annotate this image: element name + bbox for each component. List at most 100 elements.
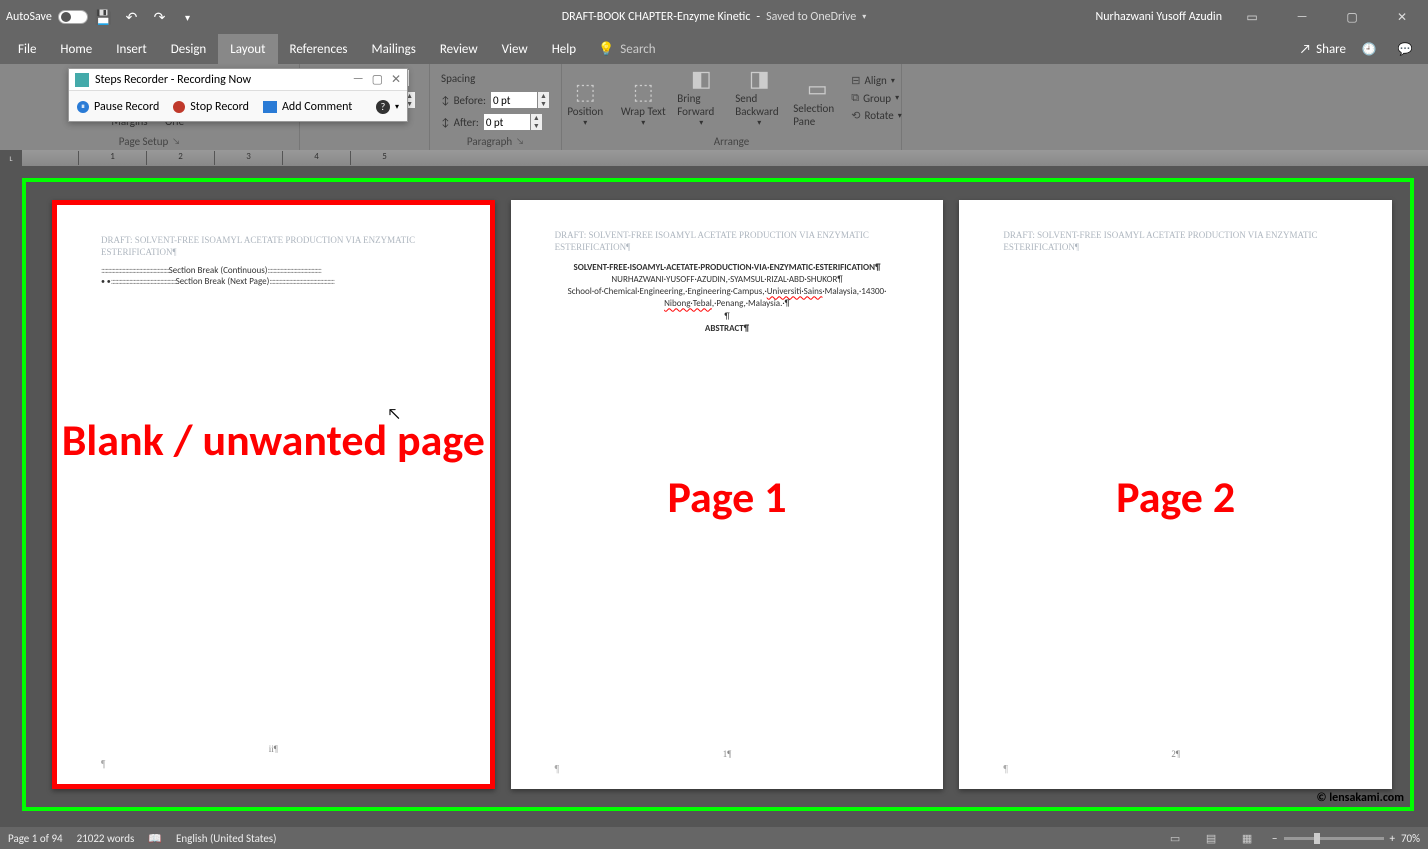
page-number: 1¶ [723,749,732,759]
print-layout-icon[interactable]: ▤ [1200,830,1222,846]
wrap-text-icon: ⬚ [633,78,654,105]
tab-home[interactable]: Home [48,34,104,64]
recorder-minimize-icon[interactable]: — [353,72,364,87]
position-button[interactable]: ⬚Position▾ [561,68,609,128]
quick-access-toolbar: 💾 ↶ ↷ ▾ [95,8,197,26]
history-icon[interactable]: 🕘 [1356,35,1382,63]
recorder-close-icon[interactable]: ✕ [391,72,401,87]
autosave-toggle[interactable] [58,10,88,24]
tab-file[interactable]: File [6,34,48,64]
ruler-mark: 1 [78,151,146,165]
selection-pane-button[interactable]: ▭Selection Pane [793,68,841,128]
tab-references[interactable]: References [278,34,360,64]
qat-more-icon[interactable]: ▾ [179,8,197,26]
tab-layout[interactable]: Layout [218,34,277,64]
window-title: DRAFT-BOOK CHAPTER-Enzyme Kinetic - Save… [562,10,866,24]
ruler-mark: 2 [146,151,214,165]
group-arrange: ⬚Position▾ ⬚Wrap Text▾ ◧Bring Forward▾ ◨… [562,64,902,150]
undo-icon[interactable]: ↶ [123,8,141,26]
read-mode-icon[interactable]: ▭ [1164,830,1186,846]
spacing-after-icon: ↕ [441,116,450,129]
wrap-text-button[interactable]: ⬚Wrap Text▾ [619,68,667,128]
share-label: Share [1316,42,1346,57]
selection-pane-icon: ▭ [807,75,828,102]
share-button[interactable]: ↗ Share [1300,42,1346,57]
status-language[interactable]: English (United States) [176,832,276,845]
spacing-before-input[interactable] [490,91,538,109]
saved-location: Saved to OneDrive [766,10,856,24]
web-layout-icon[interactable]: ▦ [1236,830,1258,846]
zoom-slider[interactable] [1284,837,1384,840]
rotate-button[interactable]: ⟲Rotate▾ [851,109,902,122]
paragraph-dialog-icon[interactable]: ↘ [516,136,524,147]
tell-me-search[interactable]: 💡 Search [598,34,656,64]
recorder-maximize-icon[interactable]: ▢ [372,72,383,87]
annotation-blank-page: Blank / unwanted page [57,415,490,466]
tab-help[interactable]: Help [540,34,588,64]
spacing-before-spinner[interactable]: ▲▼ [538,91,550,109]
tab-design[interactable]: Design [159,34,218,64]
spacing-after-input[interactable] [483,113,531,131]
position-icon: ⬚ [575,78,596,105]
rotate-icon: ⟲ [851,109,860,122]
pilcrow-mark: ¶ [555,764,560,775]
save-icon[interactable]: 💾 [95,8,113,26]
pilcrow-mark: ¶ [1003,764,1008,775]
help-icon: ? [376,100,390,114]
align-button[interactable]: ⊟Align▾ [851,74,902,87]
tab-mailings[interactable]: Mailings [360,34,428,64]
tab-view[interactable]: View [490,34,540,64]
pause-record-button[interactable]: ⏸Pause Record [77,100,159,114]
spacing-before-icon: ↕ [441,94,450,107]
send-backward-button[interactable]: ◨Send Backward▾ [735,68,783,128]
ribbon-display-options-icon[interactable]: ▭ [1232,3,1272,31]
spacing-after-spinner[interactable]: ▲▼ [531,113,543,131]
document-page-blank[interactable]: DRAFT: SOLVENT-FREE ISOAMYL ACETATE PROD… [52,200,495,789]
status-bar: Page 1 of 94 21022 words 📖 English (Unit… [0,827,1428,849]
close-icon[interactable]: ✕ [1382,3,1422,31]
pilcrow-mark: ¶ [101,759,106,770]
recorder-help-button[interactable]: ?▾ [376,100,399,114]
user-name[interactable]: Nurhazwani Yusoff Azudin [1096,10,1223,24]
page-setup-dialog-icon[interactable]: ↘ [172,136,180,147]
zoom-out-icon[interactable]: − [1272,832,1277,845]
group-spacing: Spacing ↕Before:▲▼ ↕After:▲▼ Paragraph↘ [430,64,562,150]
document-page-1[interactable]: DRAFT: SOLVENT-FREE ISOAMYL ACETATE PROD… [511,200,944,789]
steps-recorder-titlebar[interactable]: Steps Recorder - Recording Now — ▢ ✕ [69,69,407,91]
stop-record-button[interactable]: Stop Record [173,100,249,114]
zoom-level[interactable]: 70% [1401,832,1420,845]
annotation-page-1: Page 1 [511,470,944,524]
autosave-control[interactable]: AutoSave On [6,10,81,24]
tab-review[interactable]: Review [428,34,490,64]
zoom-control[interactable]: − + 70% [1272,832,1420,845]
bring-forward-icon: ◧ [691,65,712,92]
ribbon-tabs: File Home Insert Design Layout Reference… [0,34,1428,64]
autosave-label: AutoSave [6,10,52,24]
annotation-green-box: DRAFT: SOLVENT-FREE ISOAMYL ACETATE PROD… [22,178,1414,811]
pause-icon: ⏸ [77,101,89,113]
restore-icon[interactable]: ▢ [1332,3,1372,31]
horizontal-ruler[interactable]: ʟ 1 2 3 4 5 [0,150,1428,166]
tab-insert[interactable]: Insert [104,34,159,64]
status-words[interactable]: 21022 words [77,832,135,845]
title-dropdown-icon[interactable]: ▾ [862,12,866,22]
add-comment-button[interactable]: Add Comment [263,100,352,114]
paragraph-label: Paragraph [467,135,512,148]
stop-icon [173,101,185,113]
share-icon: ↗ [1300,42,1311,57]
bring-forward-button[interactable]: ◧Bring Forward▾ [677,68,725,128]
minimize-icon[interactable]: — [1282,3,1322,31]
redo-icon[interactable]: ↷ [151,8,169,26]
group-icon: ⧉ [851,91,859,105]
document-page-2[interactable]: DRAFT: SOLVENT-FREE ISOAMYL ACETATE PROD… [959,200,1392,789]
spellcheck-icon[interactable]: 📖 [148,832,162,845]
ruler-corner: ʟ [0,150,22,166]
status-page[interactable]: Page 1 of 94 [8,832,63,845]
page-header: DRAFT: SOLVENT-FREE ISOAMYL ACETATE PROD… [101,235,446,258]
steps-recorder-window[interactable]: Steps Recorder - Recording Now — ▢ ✕ ⏸Pa… [68,68,408,122]
zoom-in-icon[interactable]: + [1390,832,1395,845]
section-break-continuous: ::::::::::::::::::::::::::::::::::::::::… [101,265,446,276]
ruler-mark: 5 [350,151,418,165]
group-button[interactable]: ⧉Group▾ [851,91,902,105]
comments-icon[interactable]: 💬 [1392,35,1418,63]
